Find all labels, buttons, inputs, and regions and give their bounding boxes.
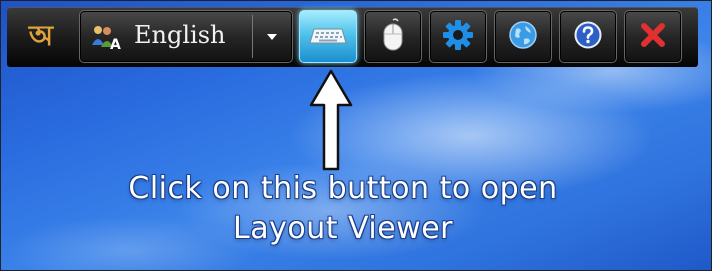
keyboard-layout-button[interactable] <box>299 10 357 63</box>
language-toolbar: অ A English <box>7 7 698 67</box>
divider <box>252 15 253 58</box>
help-button[interactable] <box>559 10 617 63</box>
language-icon: A <box>90 23 122 53</box>
help-icon <box>573 20 603 54</box>
instruction-text-line-2: Layout Viewer <box>232 211 453 246</box>
close-button[interactable] <box>624 10 682 63</box>
chevron-down-icon[interactable] <box>260 27 284 47</box>
settings-button[interactable] <box>429 10 487 63</box>
desktop-background: অ A English Click on this button to open… <box>0 0 712 271</box>
language-selector[interactable]: A English <box>79 10 293 63</box>
svg-text:A: A <box>110 37 121 51</box>
language-label: English <box>134 21 226 49</box>
close-icon <box>639 21 667 53</box>
gear-icon <box>442 19 474 55</box>
mouse-icon <box>380 17 406 56</box>
app-logo: অ <box>28 18 54 52</box>
up-arrow-icon <box>309 69 353 171</box>
keyboard-icon <box>309 23 347 51</box>
globe-icon <box>507 19 539 55</box>
mouse-button[interactable] <box>364 10 422 63</box>
instruction-text-line-1: Click on this button to open <box>128 171 558 206</box>
web-button[interactable] <box>494 10 552 63</box>
